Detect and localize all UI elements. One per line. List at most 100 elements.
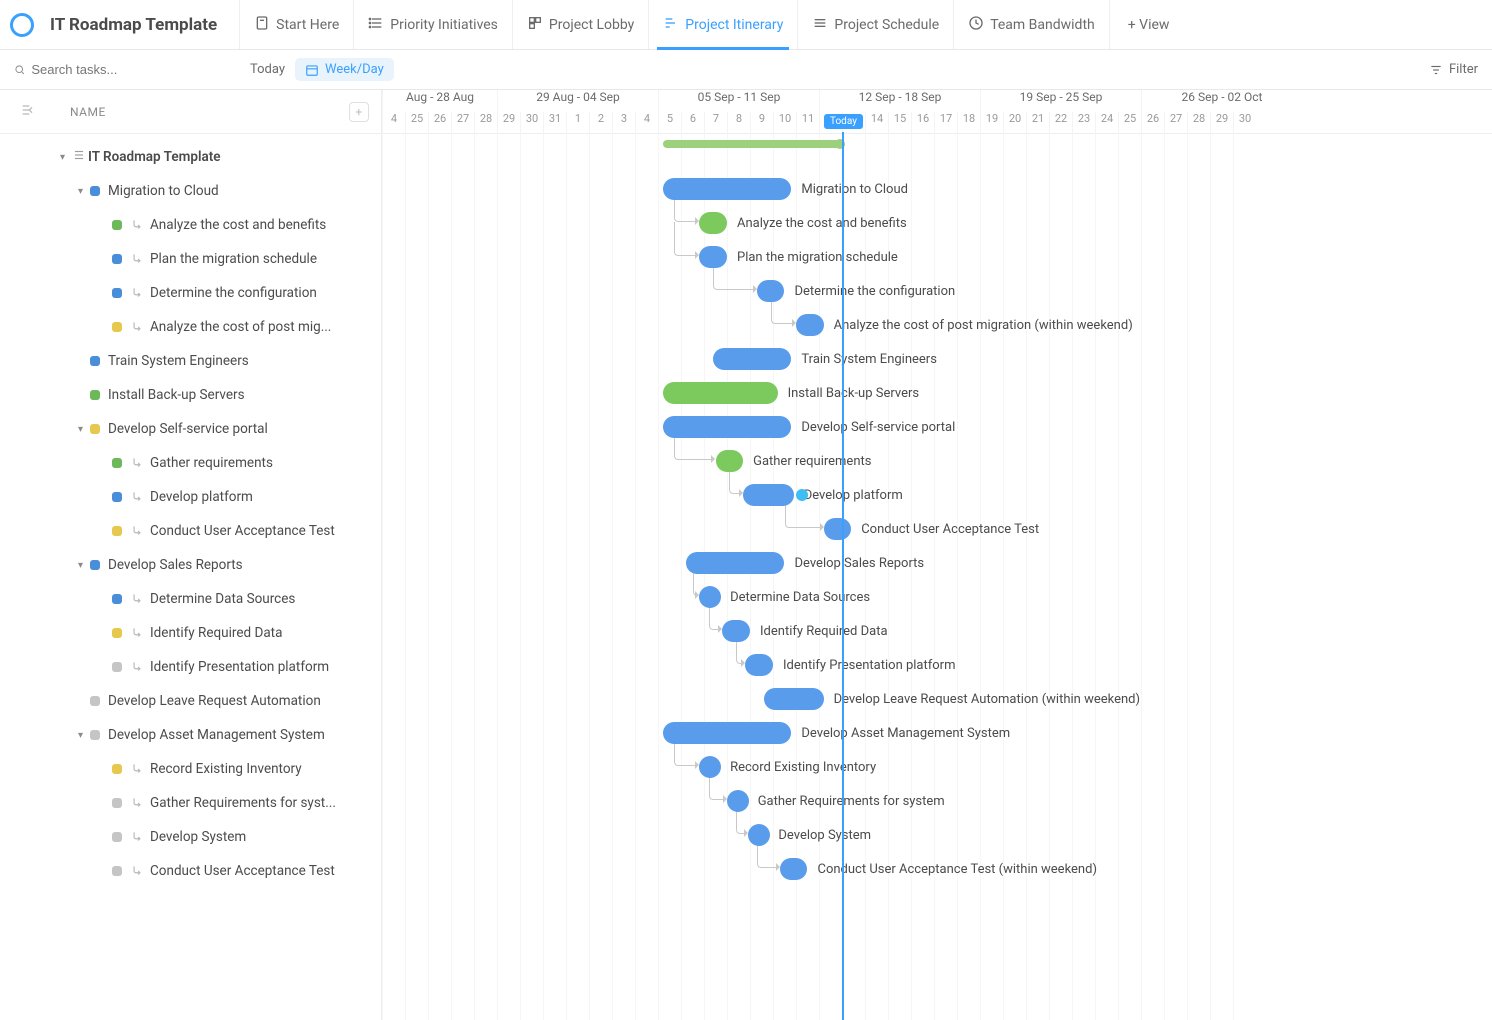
- list-item[interactable]: Determine Data Sources: [0, 582, 381, 616]
- task-label: Conduct User Acceptance Test: [150, 523, 335, 539]
- gantt-bar[interactable]: [743, 484, 794, 506]
- day-header: 18: [957, 112, 980, 134]
- day-header: 28: [1187, 112, 1210, 134]
- main: NAME + ▾IT Roadmap Template▾Migration to…: [0, 90, 1492, 1020]
- zoom-weekday-button[interactable]: Week/Day: [295, 58, 394, 81]
- gantt-bar-label: Conduct User Acceptance Test (within wee…: [818, 858, 1097, 880]
- list-item[interactable]: Conduct User Acceptance Test: [0, 514, 381, 548]
- day-header: 17: [934, 112, 957, 134]
- subtask-icon: [130, 218, 144, 232]
- chevron-down-icon[interactable]: [213, 64, 214, 76]
- gantt-bar[interactable]: [713, 348, 791, 370]
- gantt-bar[interactable]: [727, 790, 749, 812]
- day-header: 7: [704, 112, 727, 134]
- gantt-bar[interactable]: [796, 314, 824, 336]
- gantt-bar[interactable]: [757, 280, 785, 302]
- view-tab[interactable]: Priority Initiatives: [353, 0, 512, 49]
- subtask-icon: [130, 252, 144, 266]
- list-item[interactable]: Gather Requirements for syst...: [0, 786, 381, 820]
- list-item[interactable]: Install Back-up Servers: [0, 378, 381, 412]
- view-tab[interactable]: Start Here: [239, 0, 353, 49]
- today-button[interactable]: Today: [250, 62, 285, 77]
- gantt-bar[interactable]: [686, 552, 785, 574]
- filter-button[interactable]: Filter: [1429, 62, 1478, 77]
- status-dot: [112, 628, 122, 638]
- collapse-panel-icon[interactable]: [20, 102, 42, 121]
- list-item[interactable]: Develop Leave Request Automation: [0, 684, 381, 718]
- view-tab[interactable]: Project Lobby: [512, 0, 648, 49]
- caret-icon[interactable]: ▾: [78, 730, 90, 741]
- list-group[interactable]: ▾Develop Asset Management System: [0, 718, 381, 752]
- gantt-row: Plan the migration schedule: [382, 240, 1492, 274]
- list-item[interactable]: Analyze the cost of post mig...: [0, 310, 381, 344]
- list-item[interactable]: Develop platform: [0, 480, 381, 514]
- toolbar: Today Week/Day Filter: [0, 50, 1492, 90]
- caret-icon[interactable]: ▾: [78, 186, 90, 197]
- view-tab[interactable]: Team Bandwidth: [953, 0, 1109, 49]
- gantt-bar[interactable]: [663, 722, 792, 744]
- gantt-row: Identify Required Data: [382, 614, 1492, 648]
- gantt-row: Develop System: [382, 818, 1492, 852]
- gantt-row: Record Existing Inventory: [382, 750, 1492, 784]
- view-tab[interactable]: Project Schedule: [797, 0, 953, 49]
- gantt-bar[interactable]: [699, 212, 727, 234]
- list-item[interactable]: Identify Presentation platform: [0, 650, 381, 684]
- search-box[interactable]: [14, 62, 214, 77]
- gantt-row: Conduct User Acceptance Test (within wee…: [382, 852, 1492, 886]
- task-label: Determine the configuration: [150, 285, 317, 301]
- gantt-row: Develop Leave Request Automation (within…: [382, 682, 1492, 716]
- list-group[interactable]: ▾Migration to Cloud: [0, 174, 381, 208]
- list-group[interactable]: ▾Develop Self-service portal: [0, 412, 381, 446]
- gantt-bar[interactable]: [663, 178, 792, 200]
- status-dot: [112, 492, 122, 502]
- gantt-row: Migration to Cloud: [382, 172, 1492, 206]
- task-label: Identify Presentation platform: [150, 659, 329, 675]
- caret-icon[interactable]: ▾: [60, 152, 72, 163]
- view-tabs: Start Here Priority Initiatives Project Lo…: [239, 0, 1187, 49]
- status-dot: [112, 458, 122, 468]
- day-header: 26: [1141, 112, 1164, 134]
- gantt-bar[interactable]: [663, 416, 792, 438]
- gantt-bar[interactable]: [716, 450, 744, 472]
- list-item[interactable]: Identify Required Data: [0, 616, 381, 650]
- tab-label: Project Itinerary: [685, 17, 783, 33]
- add-task-button[interactable]: +: [349, 102, 369, 122]
- subtask-icon: [130, 796, 144, 810]
- gantt-bar[interactable]: [764, 688, 824, 710]
- gantt-row: Install Back-up Servers: [382, 376, 1492, 410]
- gantt-bar[interactable]: [722, 620, 750, 642]
- list-item[interactable]: Conduct User Acceptance Test: [0, 854, 381, 888]
- day-header: 29: [497, 112, 520, 134]
- view-tab[interactable]: Project Itinerary: [648, 0, 797, 49]
- search-input[interactable]: [31, 62, 207, 77]
- list-item[interactable]: Plan the migration schedule: [0, 242, 381, 276]
- tab-label: Priority Initiatives: [390, 17, 498, 33]
- gantt-bar[interactable]: [824, 518, 852, 540]
- status-dot: [90, 356, 100, 366]
- list-item[interactable]: Record Existing Inventory: [0, 752, 381, 786]
- list-item[interactable]: Gather requirements: [0, 446, 381, 480]
- list-root[interactable]: ▾IT Roadmap Template: [0, 140, 381, 174]
- gantt-bar[interactable]: [745, 654, 773, 676]
- gantt-body[interactable]: Migration to CloudAnalyze the cost and b…: [382, 134, 1492, 1020]
- gantt-bar[interactable]: [663, 382, 778, 404]
- subtask-icon: [130, 524, 144, 538]
- gantt-bar[interactable]: [780, 858, 808, 880]
- day-header: 30: [520, 112, 543, 134]
- list-group[interactable]: ▾Develop Sales Reports: [0, 548, 381, 582]
- subtask-icon: [130, 456, 144, 470]
- gantt-bar-label: Determine the configuration: [795, 280, 956, 302]
- day-header: 31: [543, 112, 566, 134]
- caret-icon[interactable]: ▾: [78, 424, 90, 435]
- summary-bar[interactable]: [663, 140, 842, 148]
- add-view-button[interactable]: + View: [1109, 0, 1188, 49]
- list-item[interactable]: Develop System: [0, 820, 381, 854]
- gantt-bar[interactable]: [699, 246, 727, 268]
- list-item[interactable]: Train System Engineers: [0, 344, 381, 378]
- caret-icon[interactable]: ▾: [78, 560, 90, 571]
- gantt-bar[interactable]: [748, 824, 770, 846]
- list-item[interactable]: Determine the configuration: [0, 276, 381, 310]
- list-item[interactable]: Analyze the cost and benefits: [0, 208, 381, 242]
- day-header: 9: [750, 112, 773, 134]
- milestone-dot[interactable]: [796, 489, 808, 501]
